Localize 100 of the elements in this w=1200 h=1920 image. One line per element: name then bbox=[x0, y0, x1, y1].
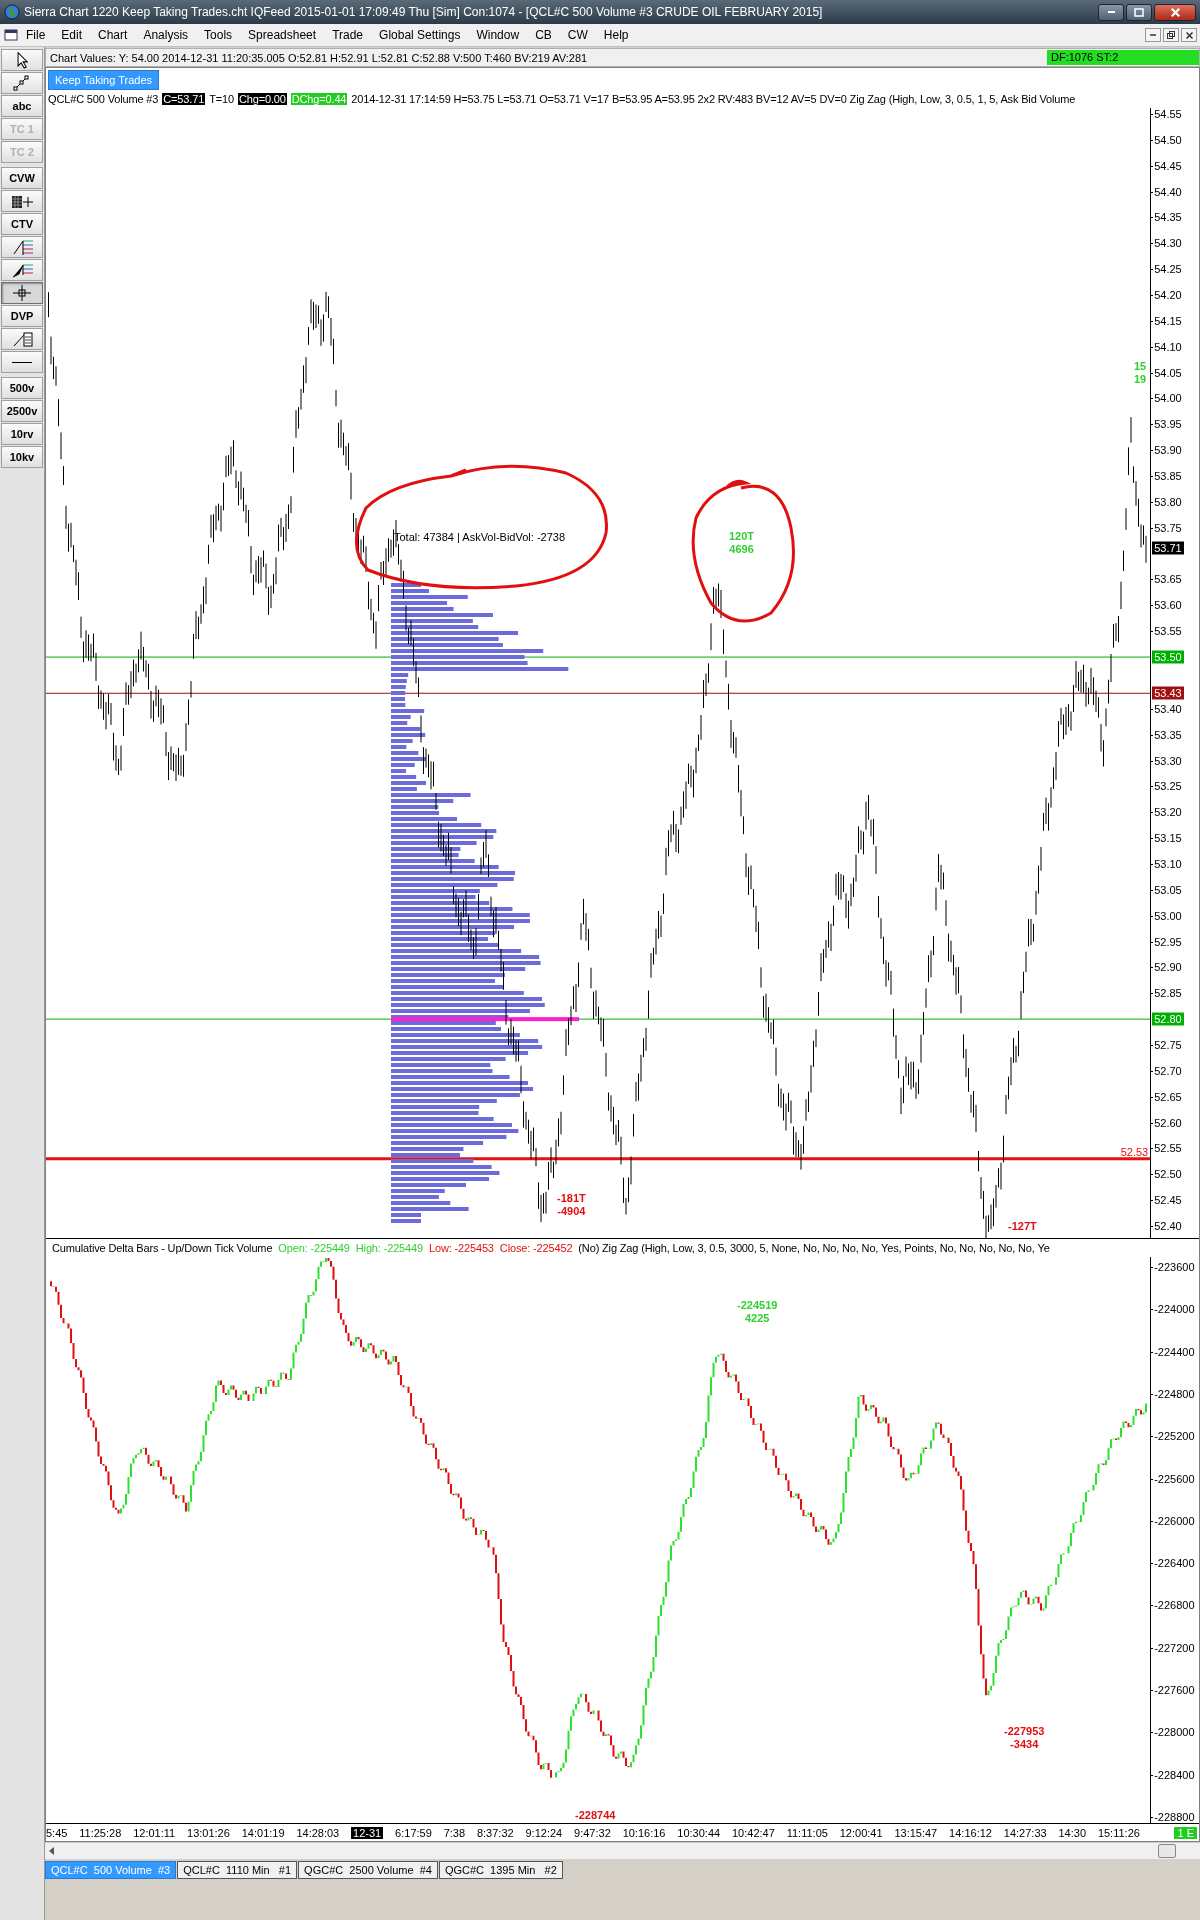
end-marker: 1 E bbox=[1174, 1826, 1197, 1839]
axis-label: 53.20 bbox=[1154, 805, 1182, 819]
close-icon bbox=[1170, 7, 1180, 17]
scrollbar-thumb[interactable] bbox=[1158, 1844, 1176, 1858]
axis-label: 53.25 bbox=[1154, 779, 1182, 793]
axis-label: 53.05 bbox=[1154, 883, 1182, 897]
tool-button[interactable]: 500v bbox=[1, 377, 43, 399]
study-value: Close: -225452 bbox=[499, 1242, 573, 1254]
axis-label: 54.15 bbox=[1154, 314, 1182, 328]
horizontal-scrollbar[interactable] bbox=[45, 1842, 1200, 1859]
tool-button[interactable] bbox=[1, 351, 43, 373]
time-label: 14:27:33 bbox=[1003, 1826, 1047, 1839]
minimize-button[interactable] bbox=[1098, 3, 1124, 21]
zigzag-label: 15 19 bbox=[1134, 360, 1147, 386]
axis-label: 53.30 bbox=[1154, 754, 1182, 767]
menu-item[interactable]: File bbox=[18, 28, 54, 42]
axis-label: -227200 bbox=[1154, 1641, 1195, 1655]
axis-label: 54.05 bbox=[1154, 366, 1182, 380]
axis-label: -223600 bbox=[1154, 1260, 1195, 1274]
tool-button[interactable]: abc bbox=[1, 95, 43, 117]
menu-item[interactable]: CW bbox=[559, 28, 596, 42]
study-value: Cumulative Delta Bars - Up/Down Tick Volume bbox=[52, 1242, 273, 1254]
time-label: 10:30:44 bbox=[677, 1826, 721, 1839]
axis-label: 53.60 bbox=[1154, 598, 1182, 612]
maximize-icon bbox=[1134, 7, 1144, 17]
time-label: 11:11:05 bbox=[786, 1826, 828, 1839]
axis-label: 52.45 bbox=[1154, 1193, 1182, 1207]
axis-label: -226000 bbox=[1154, 1514, 1195, 1528]
axis-label: 52.95 bbox=[1154, 935, 1182, 949]
axis-label: 53.55 bbox=[1154, 624, 1182, 638]
study-value: Chg=0.00 bbox=[237, 93, 287, 105]
time-label: 14:01:19 bbox=[241, 1826, 285, 1839]
tool-button[interactable]: CVW bbox=[1, 167, 43, 189]
study-value: Open: -225449 bbox=[278, 1242, 350, 1254]
zigzag-label: -181T -4904 bbox=[557, 1192, 586, 1218]
axis-label: 52.60 bbox=[1154, 1116, 1182, 1130]
axis-label: -226400 bbox=[1154, 1556, 1195, 1570]
tool-button[interactable] bbox=[1, 282, 43, 304]
time-label: 5:45 bbox=[46, 1826, 68, 1839]
axis-label: 54.25 bbox=[1154, 262, 1182, 276]
axis-label: -225600 bbox=[1154, 1472, 1195, 1486]
zigzag-label: -224519 4225 bbox=[737, 1299, 778, 1325]
time-label: 12:01:11 bbox=[133, 1826, 176, 1839]
axis-label: 53.90 bbox=[1154, 443, 1182, 457]
axis-label: -224800 bbox=[1154, 1387, 1195, 1401]
menu-item[interactable]: Spreadsheet bbox=[240, 28, 325, 42]
menu-item[interactable]: Edit bbox=[53, 28, 91, 42]
menu-item[interactable]: Analysis bbox=[135, 28, 197, 42]
menu-item[interactable]: Tools bbox=[196, 28, 241, 42]
tool-button[interactable]: CTV bbox=[1, 213, 43, 235]
axis-label: 53.85 bbox=[1154, 469, 1182, 483]
axis-label: 52.65 bbox=[1154, 1090, 1182, 1104]
menu-item[interactable]: Help bbox=[595, 28, 637, 42]
axis-label: 53.80 bbox=[1154, 495, 1182, 509]
maximize-button[interactable] bbox=[1126, 3, 1152, 21]
close-button[interactable] bbox=[1154, 3, 1196, 21]
chart-tab[interactable]: QGC#C 2500 Volume #4 bbox=[298, 1861, 438, 1879]
axis-label: 54.40 bbox=[1154, 185, 1182, 199]
study-value: DChg=0.44 bbox=[290, 93, 348, 105]
axis-label: 54.55 bbox=[1154, 107, 1182, 121]
study-value: Low: -225453 bbox=[428, 1242, 494, 1254]
tool-button[interactable]: 10kv bbox=[1, 446, 43, 468]
menu-item[interactable]: CB bbox=[527, 28, 560, 42]
time-label: 11:25:28 bbox=[79, 1826, 122, 1839]
axis-label: 53.95 bbox=[1154, 417, 1182, 431]
time-label: 14:28:03 bbox=[296, 1826, 340, 1839]
chart-tab[interactable]: QCL#C 1110 Min #1 bbox=[177, 1861, 298, 1879]
menu-item[interactable]: Global Settings bbox=[371, 28, 469, 42]
chart-tab[interactable]: QGC#C 1395 Min #2 bbox=[438, 1861, 563, 1879]
axis-label: 52.50 bbox=[1154, 1167, 1182, 1181]
window-title: Sierra Chart 1220 Keep Taking Trades.cht IQFeed 2015-01-01 17:09:49 Thu [Sim] Con:1074 - [QCL#C 500 Volume #3 CRUDE OIL FEBRUARY 2015] bbox=[24, 5, 824, 19]
current-price-tag: 53.71 bbox=[1152, 541, 1184, 555]
menu-item[interactable]: Window bbox=[468, 28, 528, 42]
menu-item[interactable]: Chart bbox=[90, 28, 136, 42]
menu-item[interactable]: Trade bbox=[324, 28, 372, 42]
tool-button[interactable] bbox=[1, 49, 43, 71]
profile-note: Total: 47384 | AskVol-BidVol: -2738 bbox=[394, 531, 566, 543]
study-value: QCL#C 500 Volume #3 bbox=[48, 93, 159, 105]
tool-button[interactable] bbox=[1, 259, 43, 281]
axis-label: -227600 bbox=[1154, 1683, 1195, 1697]
close-button[interactable] bbox=[1181, 28, 1197, 42]
tool-button[interactable]: 2500v bbox=[1, 400, 43, 422]
tool-button[interactable]: 10rv bbox=[1, 423, 43, 445]
axis-label: 54.35 bbox=[1154, 210, 1182, 224]
line-calculator-icon bbox=[11, 329, 33, 349]
axis-label: 52.40 bbox=[1154, 1219, 1182, 1233]
minimize-icon bbox=[1150, 34, 1156, 36]
axis-label: -228400 bbox=[1154, 1768, 1195, 1782]
time-label: 12:00:41 bbox=[839, 1826, 883, 1839]
axis-label: -224400 bbox=[1154, 1345, 1195, 1359]
horizontal-line-icon bbox=[12, 361, 32, 363]
tool-button[interactable]: DVP bbox=[1, 305, 43, 327]
study-value: C=53.71 bbox=[162, 93, 206, 105]
axis-label: 52.85 bbox=[1154, 986, 1182, 1000]
price-tag: 52.80 bbox=[1152, 1012, 1184, 1026]
tool-button[interactable] bbox=[1, 190, 43, 212]
restore-button[interactable] bbox=[1163, 28, 1179, 42]
zigzag-label: -127T bbox=[1008, 1220, 1037, 1233]
time-label: 13:01:26 bbox=[187, 1826, 230, 1839]
time-label: 9:47:32 bbox=[574, 1826, 611, 1839]
